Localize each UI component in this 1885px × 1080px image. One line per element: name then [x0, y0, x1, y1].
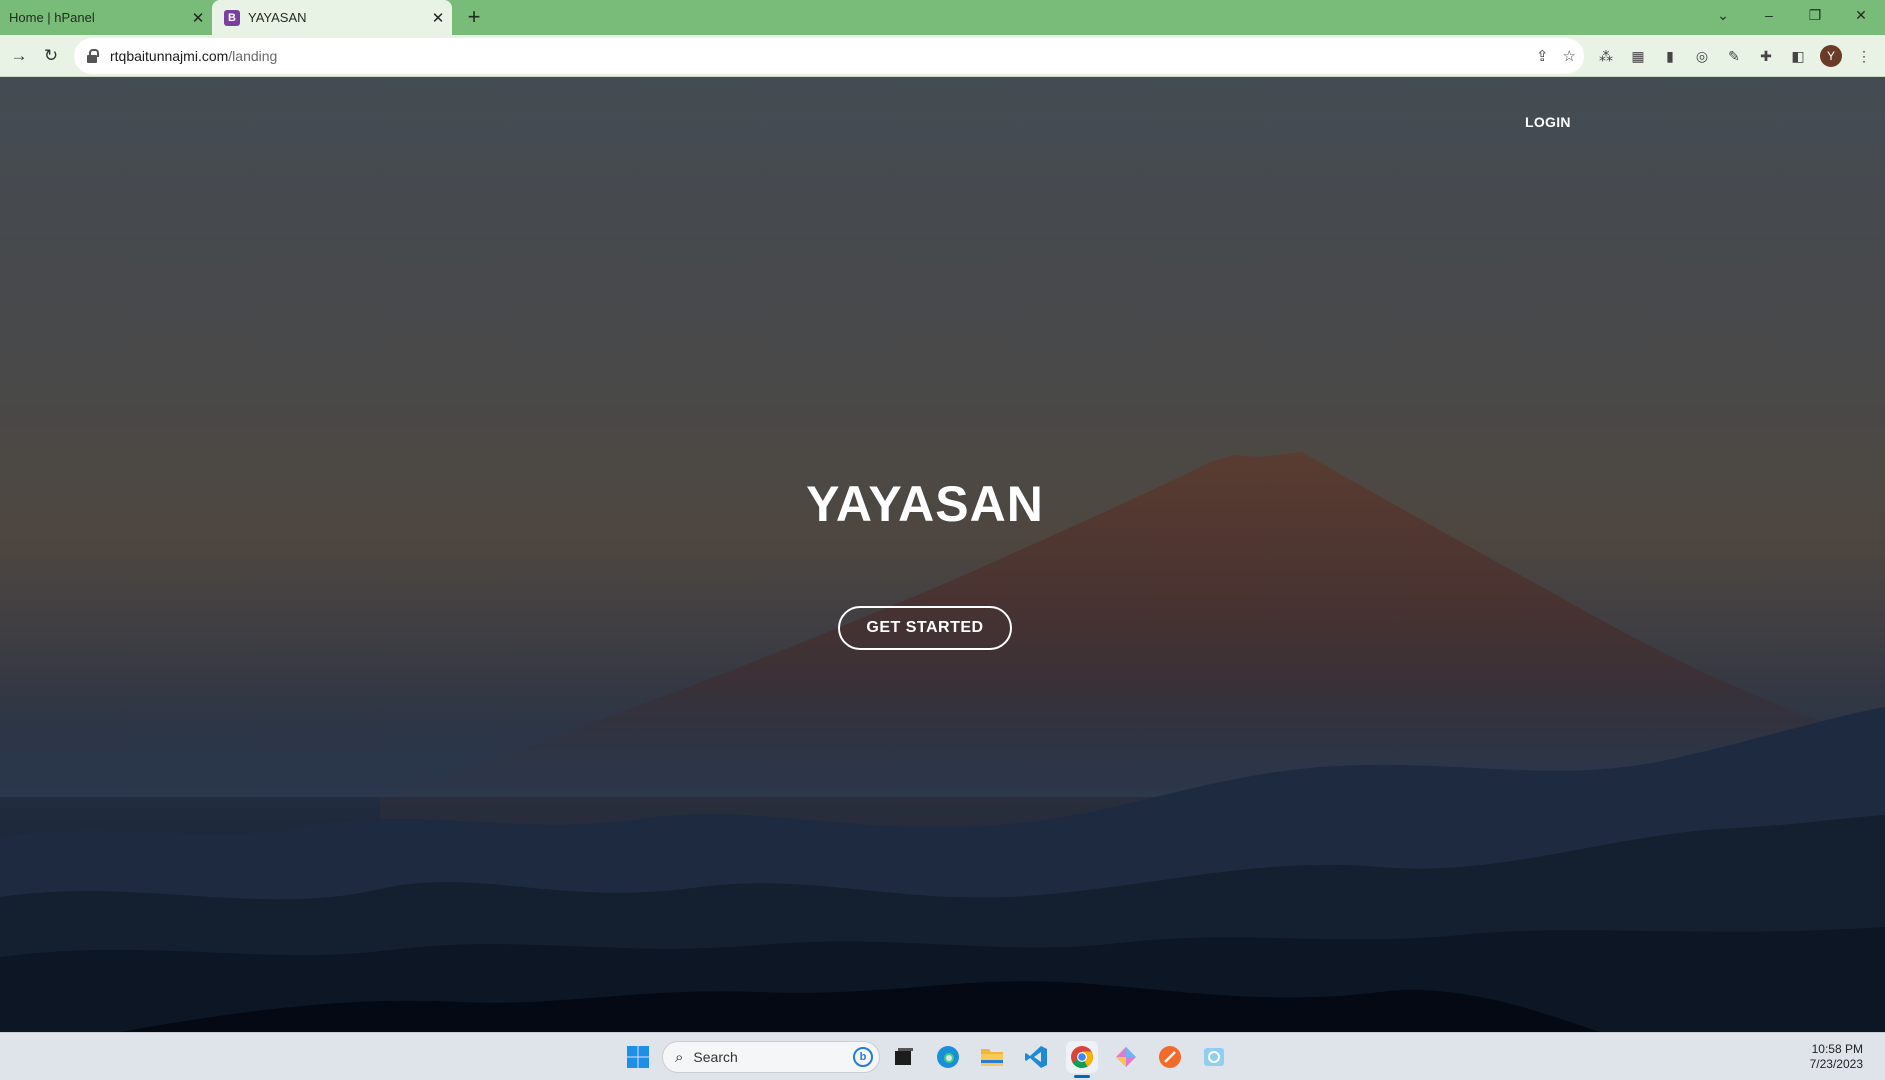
extension-grid-icon[interactable]: ▦ — [1627, 45, 1649, 67]
photo-app-icon[interactable] — [1198, 1041, 1230, 1073]
landing-hero: LOGIN YAYASAN GET STARTED — [0, 77, 1885, 1032]
side-panel-icon[interactable]: ◧ — [1787, 45, 1809, 67]
bookmark-star-icon[interactable]: ☆ — [1563, 47, 1576, 65]
windows-taskbar: ⌕ Search b 10:58 PM 7/23/2023 — [0, 1032, 1885, 1080]
active-app-indicator — [1074, 1075, 1090, 1078]
bootstrap-favicon-icon: B — [224, 9, 240, 26]
tab-hpanel[interactable]: Home | hPanel ✕ — [0, 0, 212, 35]
file-explorer-icon[interactable] — [976, 1041, 1008, 1073]
close-tab-icon[interactable]: ✕ — [184, 4, 212, 32]
clock-time: 10:58 PM — [1811, 1042, 1863, 1056]
mountain-background-image — [0, 77, 1885, 1032]
reload-icon[interactable]: ↻ — [37, 42, 65, 70]
new-tab-button[interactable]: + — [460, 3, 488, 31]
windows-start-icon[interactable] — [622, 1041, 654, 1073]
taskbar-search-box[interactable]: ⌕ Search b — [662, 1041, 880, 1073]
browser-toolbar: → ↻ rtqbaitunnajmi.com/landing ⇪ ☆ ⁂ ▦ ▮… — [0, 35, 1885, 77]
bing-icon[interactable]: b — [853, 1047, 873, 1067]
forward-arrow-icon[interactable]: → — [5, 42, 33, 70]
extensions-puzzle-icon[interactable]: ✚ — [1755, 45, 1777, 67]
address-bar[interactable]: rtqbaitunnajmi.com/landing ⇪ ☆ — [74, 38, 1584, 74]
system-clock[interactable]: 10:58 PM 7/23/2023 — [1810, 1042, 1863, 1072]
get-started-button[interactable]: GET STARTED — [838, 606, 1012, 650]
task-view-icon[interactable] — [888, 1041, 920, 1073]
extension-sparkle-icon[interactable]: ⁂ — [1595, 45, 1617, 67]
hero-title: YAYASAN — [806, 476, 1044, 532]
extension-clipboard-icon[interactable]: ▮ — [1659, 45, 1681, 67]
search-placeholder: Search — [693, 1049, 738, 1065]
tab-search-dropdown-icon[interactable]: ⌄ — [1700, 0, 1746, 30]
tab-yayasan[interactable]: B YAYASAN ✕ — [212, 0, 452, 35]
edge-browser-icon[interactable] — [932, 1041, 964, 1073]
url-path: /landing — [228, 48, 278, 64]
extension-circle-icon[interactable]: ◎ — [1691, 45, 1713, 67]
login-link[interactable]: LOGIN — [1525, 114, 1571, 130]
lock-icon — [86, 49, 100, 63]
diamond-app-icon[interactable] — [1110, 1041, 1142, 1073]
profile-avatar[interactable]: Y — [1820, 45, 1842, 67]
orange-app-icon[interactable] — [1154, 1041, 1186, 1073]
close-tab-icon[interactable]: ✕ — [424, 4, 452, 32]
tab-title: Home | hPanel — [9, 10, 95, 25]
tab-title: YAYASAN — [248, 10, 307, 25]
share-icon[interactable]: ⇪ — [1536, 47, 1549, 65]
clock-date: 7/23/2023 — [1809, 1057, 1863, 1071]
minimize-button[interactable]: – — [1746, 0, 1792, 30]
close-window-button[interactable]: ✕ — [1838, 0, 1884, 30]
menu-kebab-icon[interactable]: ⋮ — [1853, 45, 1875, 67]
chrome-icon[interactable] — [1066, 1041, 1098, 1073]
browser-tabstrip: Home | hPanel ✕ B YAYASAN ✕ + ⌄ – ❐ ✕ — [0, 0, 1885, 35]
vscode-icon[interactable] — [1020, 1041, 1052, 1073]
search-icon: ⌕ — [675, 1048, 684, 1066]
url-host: rtqbaitunnajmi.com — [110, 48, 229, 64]
extension-eyedropper-icon[interactable]: ✎ — [1723, 45, 1745, 67]
restore-button[interactable]: ❐ — [1792, 0, 1838, 30]
